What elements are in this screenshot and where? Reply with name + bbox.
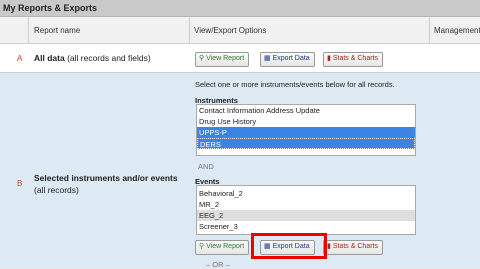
highlight-box — [251, 233, 327, 259]
event-option[interactable]: EEG_2 — [197, 210, 415, 221]
stats-charts-label: Stats & Charts — [332, 243, 378, 250]
document-icon: ▦ — [264, 55, 271, 62]
instruments-listbox[interactable]: Contact Information Address Update Drug … — [196, 104, 416, 156]
report-name[interactable]: All data (all records and fields) — [34, 53, 151, 63]
report-name-bold: All data — [34, 53, 65, 63]
bar-chart-icon: ▮ — [327, 55, 331, 62]
event-option[interactable]: Behavioral_2 — [197, 188, 415, 199]
column-header-management: Management — [434, 26, 480, 35]
export-data-button[interactable]: ▦ Export Data — [260, 52, 315, 67]
bar-chart-icon: ▮ — [327, 243, 331, 250]
table-header: Report name View/Export Options Manageme… — [0, 17, 480, 44]
column-header-report-name: Report name — [34, 26, 81, 35]
row-letter: A — [17, 54, 23, 63]
stats-charts-label: Stats & Charts — [332, 55, 378, 62]
event-option[interactable]: Screener_3 — [197, 221, 415, 232]
page-title: My Reports & Exports — [0, 0, 480, 17]
view-report-button[interactable]: ⚲ View Report — [195, 52, 250, 67]
instrument-option[interactable]: Drug Use History — [197, 116, 415, 127]
stats-charts-button[interactable]: ▮ Stats & Charts — [323, 240, 383, 255]
instrument-option[interactable]: Contact Information Address Update — [197, 105, 415, 116]
table-row: B Selected instruments and/or events (al… — [0, 73, 480, 269]
view-report-label: View Report — [206, 243, 245, 250]
selection-instructions: Select one or more instruments/events be… — [195, 80, 395, 89]
report-name[interactable]: Selected instruments and/or events (all … — [34, 173, 178, 195]
events-listbox[interactable]: Behavioral_2 MR_2 EEG_2 Screener_3 — [196, 185, 416, 235]
instrument-option[interactable]: DERS — [197, 138, 415, 149]
column-header-view-export: View/Export Options — [194, 26, 267, 35]
event-option[interactable]: MR_2 — [197, 199, 415, 210]
table-row: A All data (all records and fields) ⚲ Vie… — [0, 44, 480, 73]
instrument-option[interactable]: UPPS-P — [197, 127, 415, 138]
view-report-button[interactable]: ⚲ View Report — [195, 240, 250, 255]
magnifier-icon: ⚲ — [199, 55, 205, 62]
view-report-label: View Report — [206, 55, 245, 62]
export-data-label: Export Data — [272, 55, 310, 62]
report-name-detail: (all records and fields) — [64, 53, 151, 63]
row-letter: B — [17, 179, 23, 188]
magnifier-icon: ⚲ — [199, 243, 205, 250]
and-separator: AND — [198, 162, 214, 171]
report-name-bold: Selected instruments and/or events — [34, 173, 178, 183]
report-name-detail: (all records) — [34, 185, 79, 195]
stats-charts-button[interactable]: ▮ Stats & Charts — [323, 52, 383, 67]
